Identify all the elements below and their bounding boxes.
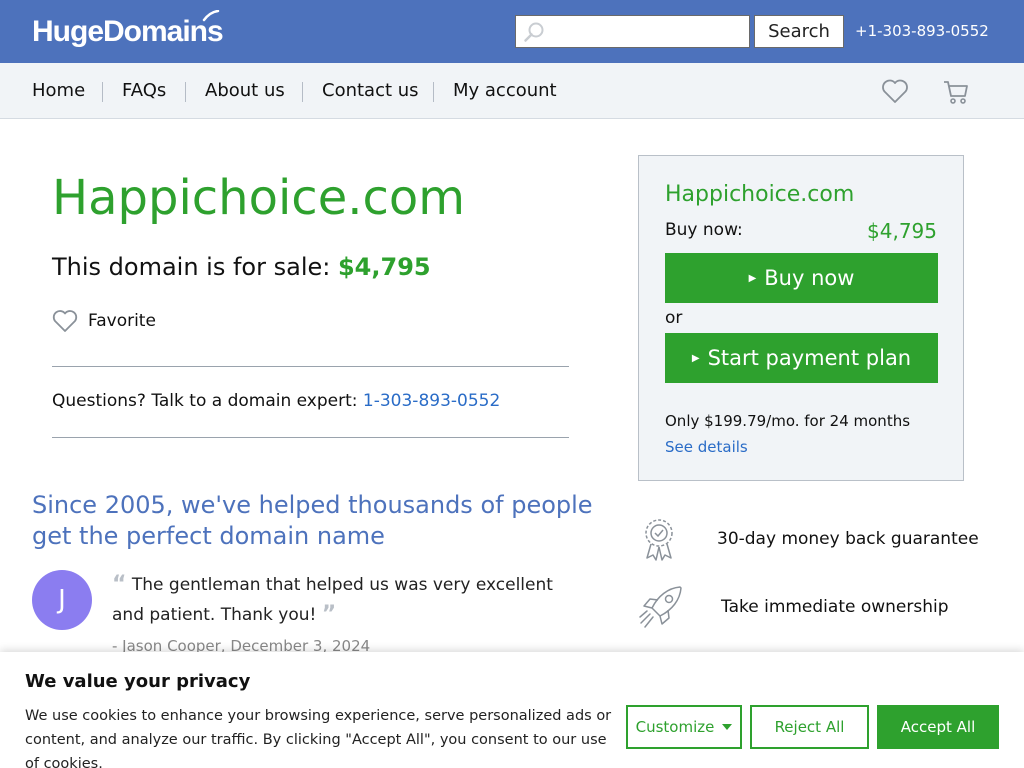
- favorite-label: Favorite: [88, 311, 156, 331]
- for-sale-line: This domain is for sale: $4,795: [52, 253, 431, 281]
- nav-item-home[interactable]: Home: [32, 80, 85, 101]
- open-quote-icon: “: [112, 572, 127, 597]
- payment-plan-button-label: Start payment plan: [707, 346, 912, 370]
- customize-button[interactable]: Customize: [626, 705, 742, 749]
- buy-now-label: Buy now:: [665, 220, 743, 240]
- close-quote-icon: ”: [321, 602, 337, 627]
- since-heading: Since 2005, we've helped thousands of pe…: [32, 491, 593, 550]
- card-domain: Happichoice.com: [665, 182, 855, 207]
- sale-price: $4,795: [337, 253, 431, 281]
- payment-plan-button[interactable]: ▶ Start payment plan: [665, 333, 938, 383]
- nav-item-about-us[interactable]: About us: [205, 80, 285, 101]
- reject-all-button[interactable]: Reject All: [750, 705, 869, 749]
- divider: [52, 437, 569, 438]
- logo-swoosh-icon: [202, 10, 220, 22]
- feature-guarantee: 30-day money back guarantee: [638, 514, 979, 564]
- main-nav: Home FAQs About us Contact us My account: [0, 63, 1024, 119]
- nav-item-contact-us[interactable]: Contact us: [322, 80, 419, 101]
- search-input[interactable]: [550, 19, 745, 44]
- domain-title: Happichoice.com: [52, 170, 465, 226]
- buy-now-button-label: Buy now: [764, 266, 855, 290]
- heart-icon: [52, 310, 78, 332]
- cookie-title: We value your privacy: [25, 671, 251, 692]
- divider: [52, 366, 569, 367]
- for-sale-text: This domain is for sale:: [52, 253, 338, 281]
- nav-divider: [433, 82, 434, 102]
- nav-item-my-account[interactable]: My account: [453, 80, 557, 101]
- heart-icon[interactable]: [881, 78, 909, 104]
- cart-icon[interactable]: [942, 78, 970, 106]
- favorite-button[interactable]: Favorite: [52, 308, 156, 334]
- cookie-text: We use cookies to enhance your browsing …: [25, 708, 612, 768]
- feature-text: 30-day money back guarantee: [717, 529, 979, 549]
- cookie-banner: We value your privacy We use cookies to …: [0, 652, 1024, 768]
- monthly-price-text: Only $199.79/mo. for 24 months: [665, 412, 911, 430]
- customize-label: Customize: [635, 718, 715, 736]
- play-arrow-icon: ▶: [691, 352, 700, 364]
- search-field[interactable]: [515, 15, 750, 48]
- nav-item-faqs[interactable]: FAQs: [122, 80, 166, 101]
- search-icon: [524, 22, 544, 42]
- hugedomains-logo[interactable]: HugeDomains: [32, 10, 224, 50]
- expert-phone-link[interactable]: 1-303-893-0552: [363, 391, 500, 411]
- or-text: or: [665, 308, 683, 328]
- search-button[interactable]: Search: [754, 15, 844, 48]
- purchase-card: Happichoice.com Buy now: $4,795 ▶ Buy no…: [638, 155, 964, 481]
- feature-ownership: Take immediate ownership: [638, 582, 964, 632]
- logo-text: HugeDomains: [32, 15, 224, 48]
- header-phone[interactable]: +1-303-893-0552: [855, 22, 989, 40]
- nav-divider: [102, 82, 103, 102]
- caret-down-icon: [722, 724, 733, 730]
- feature-text: Take immediate ownership: [721, 597, 949, 617]
- nav-divider: [185, 82, 186, 102]
- play-arrow-icon: ▶: [748, 272, 757, 284]
- card-price: $4,795: [867, 219, 937, 243]
- avatar: J: [32, 570, 92, 630]
- questions-text: Questions? Talk to a domain expert:: [52, 391, 363, 411]
- accept-all-button[interactable]: Accept All: [877, 705, 999, 749]
- testimonial-quote: “ The gentleman that helped us was very …: [112, 570, 582, 630]
- nav-divider: [302, 82, 303, 102]
- questions-line: Questions? Talk to a domain expert: 1-30…: [52, 391, 500, 411]
- rocket-icon: [639, 586, 682, 628]
- buy-now-button[interactable]: ▶ Buy now: [665, 253, 938, 303]
- see-details-link[interactable]: See details: [665, 438, 748, 456]
- top-header: HugeDomains Search +1-303-893-0552: [0, 0, 1024, 63]
- award-ribbon-icon: [645, 519, 673, 561]
